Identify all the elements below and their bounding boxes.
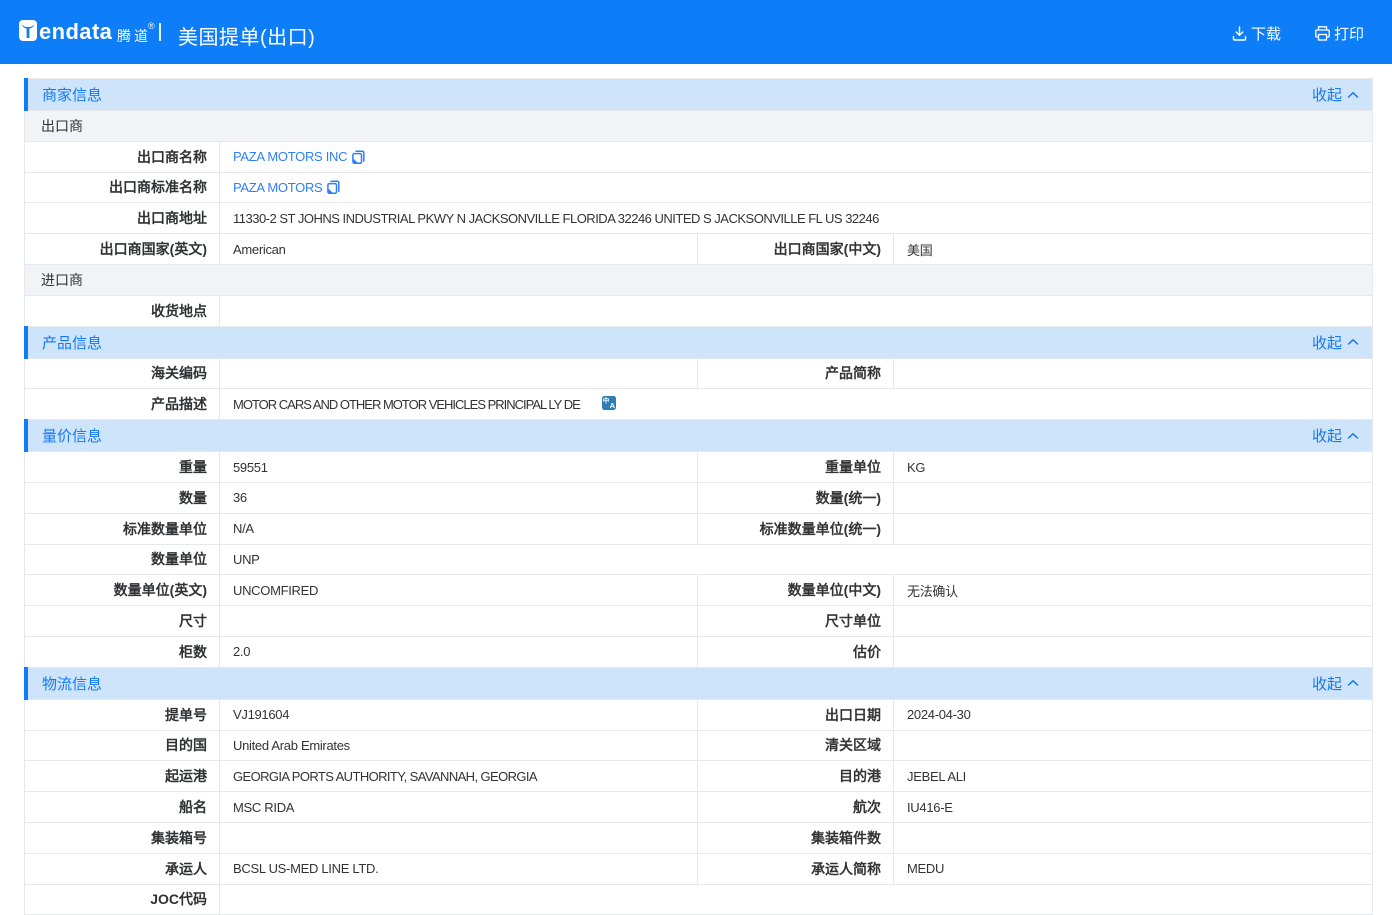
svg-text:中: 中 bbox=[603, 396, 609, 405]
